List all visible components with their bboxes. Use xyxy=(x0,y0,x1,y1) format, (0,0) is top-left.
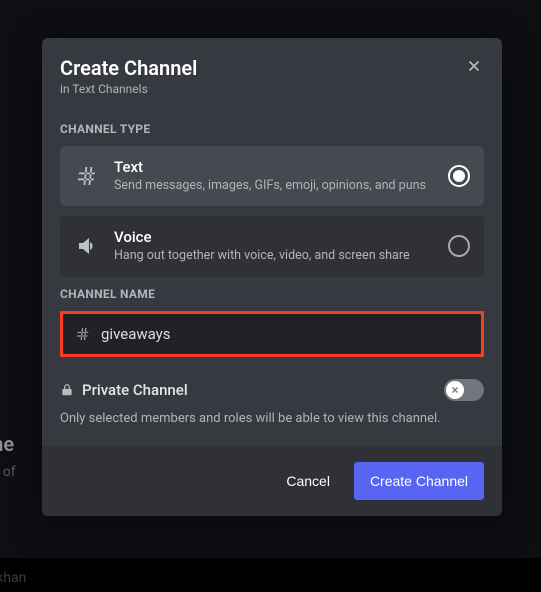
modal-header: Create Channel in Text Channels xyxy=(42,38,502,106)
type-desc: Send messages, images, GIFs, emoji, opin… xyxy=(114,178,434,194)
toggle-knob xyxy=(446,381,464,399)
channel-name-highlight xyxy=(60,311,484,357)
private-label: Private Channel xyxy=(82,381,436,399)
close-button[interactable] xyxy=(460,52,488,80)
private-toggle[interactable] xyxy=(444,379,484,401)
private-row: Private Channel xyxy=(60,379,484,401)
radio-text[interactable] xyxy=(448,165,470,187)
type-text: Text Send messages, images, GIFs, emoji,… xyxy=(114,158,434,194)
private-desc: Only selected members and roles will be … xyxy=(60,411,484,426)
x-icon xyxy=(450,385,460,395)
modal-body: CHANNEL TYPE Text Send messages, images,… xyxy=(42,106,502,434)
bg-line: art of xyxy=(0,458,26,486)
type-name: Voice xyxy=(114,228,434,246)
modal-footer: Cancel Create Channel xyxy=(42,446,502,516)
cancel-button[interactable]: Cancel xyxy=(270,462,346,500)
channel-type-voice[interactable]: Voice Hang out together with voice, vide… xyxy=(60,216,484,276)
modal-subtitle: in Text Channels xyxy=(60,82,484,96)
modal-title: Create Channel xyxy=(60,56,484,80)
radio-voice[interactable] xyxy=(448,235,470,257)
type-name: Text xyxy=(114,158,434,176)
lock-icon xyxy=(60,383,74,397)
create-channel-modal: Create Channel in Text Channels CHANNEL … xyxy=(42,38,502,516)
background-text: me art of nel zekhan xyxy=(0,430,26,592)
close-icon xyxy=(465,57,483,75)
create-channel-button[interactable]: Create Channel xyxy=(354,462,484,500)
channel-name-label: CHANNEL NAME xyxy=(60,287,484,301)
type-text: Voice Hang out together with voice, vide… xyxy=(114,228,434,264)
bg-line: zekhan xyxy=(0,564,26,592)
channel-name-input[interactable] xyxy=(101,325,469,343)
type-desc: Hang out together with voice, video, and… xyxy=(114,248,434,264)
hash-icon xyxy=(75,326,91,342)
speaker-icon xyxy=(74,233,100,259)
bg-line: nel xyxy=(0,506,26,534)
channel-name-field[interactable] xyxy=(63,314,481,354)
channel-type-text[interactable]: Text Send messages, images, GIFs, emoji,… xyxy=(60,146,484,206)
bg-line: me xyxy=(0,430,26,458)
channel-type-label: CHANNEL TYPE xyxy=(60,122,484,136)
hash-icon xyxy=(74,163,100,189)
